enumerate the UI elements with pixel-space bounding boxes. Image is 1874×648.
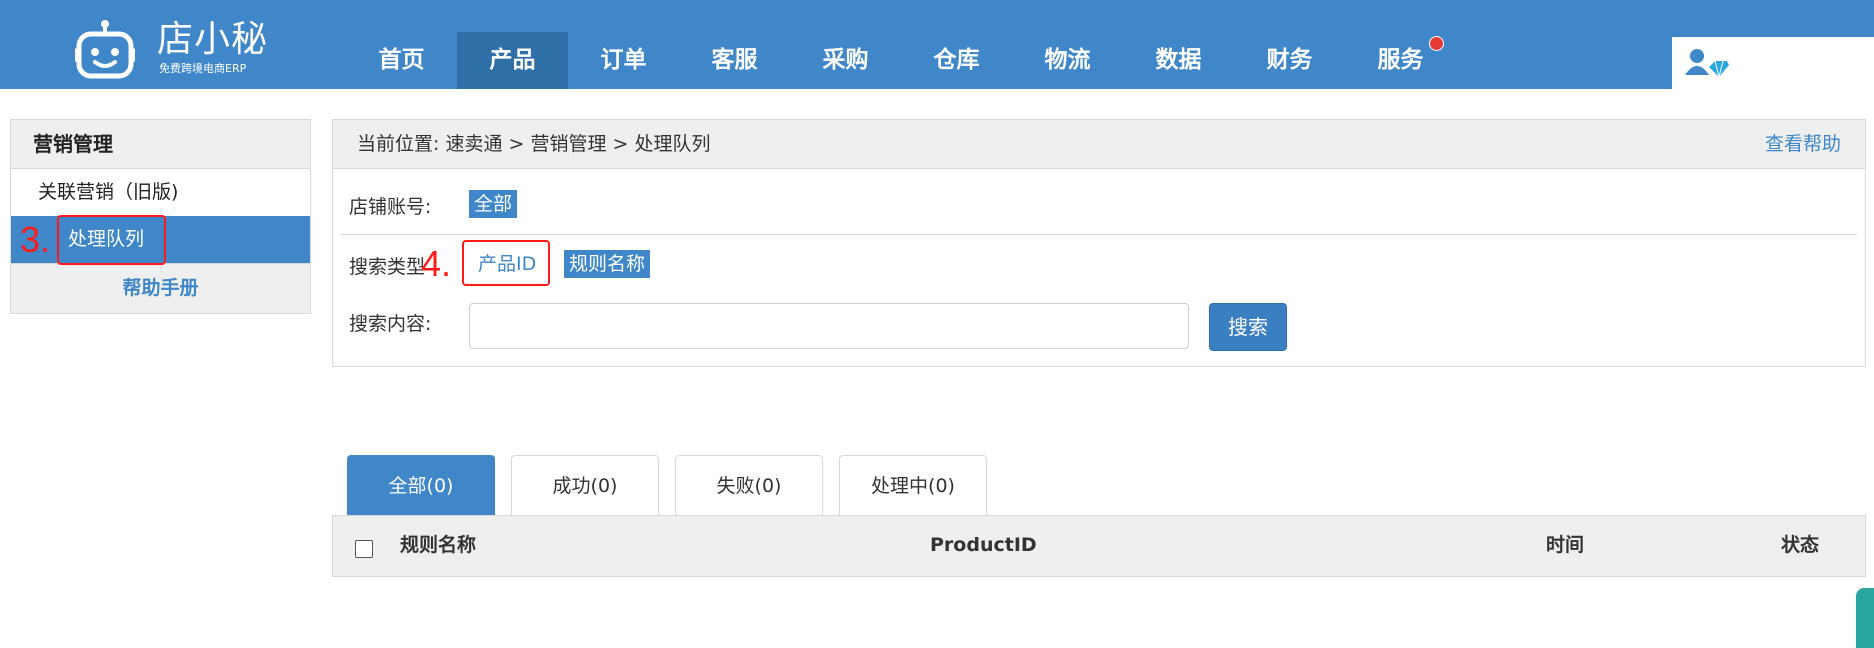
annotation-box-3 — [57, 215, 166, 265]
column-status[interactable]: 状态 — [1781, 516, 1819, 574]
breadcrumb: 当前位置: 速卖通 > 营销管理 > 处理队列 — [357, 133, 711, 155]
view-help-link[interactable]: 查看帮助 — [1765, 120, 1841, 168]
store-filter-all[interactable]: 全部 — [469, 190, 518, 218]
column-product-id[interactable]: ProductID — [930, 516, 1037, 574]
nav-item-customer-service[interactable]: 客服 — [679, 32, 790, 89]
user-menu[interactable] — [1672, 37, 1874, 89]
nav-item-data[interactable]: 数据 — [1123, 32, 1234, 89]
floating-service-widget[interactable] — [1856, 588, 1874, 648]
main-panel: 当前位置: 速卖通 > 营销管理 > 处理队列 查看帮助 店铺账号: 全部 搜索… — [332, 119, 1866, 367]
annotation-step-3: 3. — [20, 219, 51, 260]
column-rule-name[interactable]: 规则名称 — [400, 516, 476, 574]
search-content-label: 搜索内容: — [349, 313, 432, 335]
main-nav: 首页 产品 订单 客服 采购 仓库 物流 数据 财务 服务 — [346, 32, 1456, 89]
breadcrumb-bar: 当前位置: 速卖通 > 营销管理 > 处理队列 查看帮助 — [333, 120, 1865, 169]
search-type-rule-name[interactable]: 规则名称 — [564, 250, 651, 278]
nav-item-finance[interactable]: 财务 — [1234, 32, 1345, 89]
select-all-checkbox[interactable] — [355, 540, 373, 558]
user-vip-icon — [1685, 49, 1729, 78]
annotation-box-4 — [462, 240, 550, 286]
nav-item-orders[interactable]: 订单 — [568, 32, 679, 89]
filter-divider — [341, 234, 1857, 235]
logo[interactable]: 店小秘 免费跨境电商ERP — [75, 12, 275, 80]
status-tabs: 全部(0) 成功(0) 失败(0) 处理中(0) — [347, 455, 1003, 515]
store-account-label: 店铺账号: — [349, 196, 432, 218]
search-input[interactable] — [469, 303, 1189, 349]
tab-failed[interactable]: 失败(0) — [675, 455, 823, 515]
sidebar-item-related-marketing[interactable]: 关联营销（旧版) — [11, 169, 310, 216]
nav-item-home[interactable]: 首页 — [346, 32, 457, 89]
search-type-label: 搜索类型 — [349, 256, 426, 278]
sidebar-help-manual[interactable]: 帮助手册 — [11, 263, 310, 313]
search-button[interactable]: 搜索 — [1209, 303, 1287, 351]
nav-item-services[interactable]: 服务 — [1345, 32, 1456, 89]
nav-item-services-label: 服务 — [1377, 47, 1424, 73]
sidebar-title: 营销管理 — [11, 120, 310, 169]
nav-item-warehouse[interactable]: 仓库 — [901, 32, 1012, 89]
logo-name: 店小秘 — [157, 19, 269, 60]
column-time[interactable]: 时间 — [1546, 516, 1584, 574]
notification-dot — [1429, 36, 1444, 51]
tab-all[interactable]: 全部(0) — [347, 455, 495, 515]
robot-logo-icon — [75, 20, 135, 79]
tab-processing[interactable]: 处理中(0) — [839, 455, 987, 515]
table-header: 规则名称 ProductID 时间 状态 — [332, 515, 1866, 577]
top-header: 店小秘 免费跨境电商ERP 首页 产品 订单 客服 采购 仓库 物流 数据 财务… — [0, 0, 1874, 89]
nav-item-purchase[interactable]: 采购 — [790, 32, 901, 89]
nav-item-logistics[interactable]: 物流 — [1012, 32, 1123, 89]
logo-subtitle: 免费跨境电商ERP — [159, 62, 247, 75]
nav-item-products[interactable]: 产品 — [457, 32, 568, 89]
tab-success[interactable]: 成功(0) — [511, 455, 659, 515]
annotation-step-4: 4. — [421, 243, 452, 284]
